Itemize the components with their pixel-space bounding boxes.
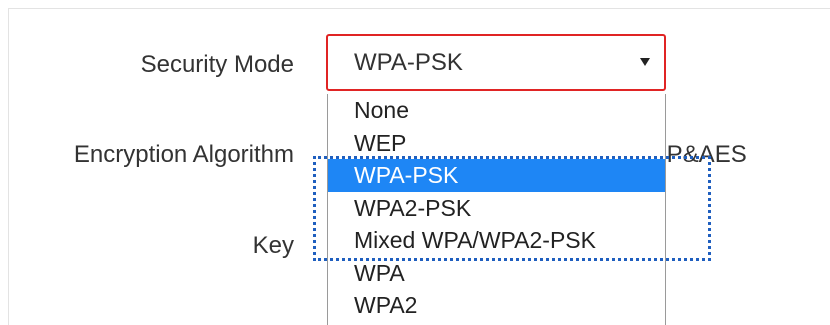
encryption-algorithm-label: Encryption Algorithm bbox=[73, 141, 294, 168]
option-wpa2-psk[interactable]: WPA2-PSK bbox=[328, 192, 665, 225]
key-label: Key bbox=[252, 232, 294, 259]
option-mixed-wpa-wpa2-psk[interactable]: Mixed WPA/WPA2-PSK bbox=[328, 224, 665, 257]
option-wpa[interactable]: WPA bbox=[328, 257, 665, 290]
option-wpa2[interactable]: WPA2 bbox=[328, 289, 665, 322]
dropdown-arrow-icon[interactable] bbox=[640, 58, 650, 66]
security-mode-selected-value: WPA-PSK bbox=[354, 49, 463, 76]
encryption-algorithm-value: IP&AES bbox=[660, 141, 747, 168]
wireless-security-settings: Security Mode Encryption Algorithm IP&AE… bbox=[0, 0, 830, 325]
option-wpa-psk[interactable]: WPA-PSK bbox=[328, 159, 665, 192]
option-none[interactable]: None bbox=[328, 94, 665, 127]
security-mode-select[interactable]: WPA-PSK bbox=[326, 34, 666, 91]
security-mode-options-list: None WEP WPA-PSK WPA2-PSK Mixed WPA/WPA2… bbox=[327, 94, 666, 325]
option-wep[interactable]: WEP bbox=[328, 127, 665, 160]
security-mode-label: Security Mode bbox=[140, 51, 294, 78]
